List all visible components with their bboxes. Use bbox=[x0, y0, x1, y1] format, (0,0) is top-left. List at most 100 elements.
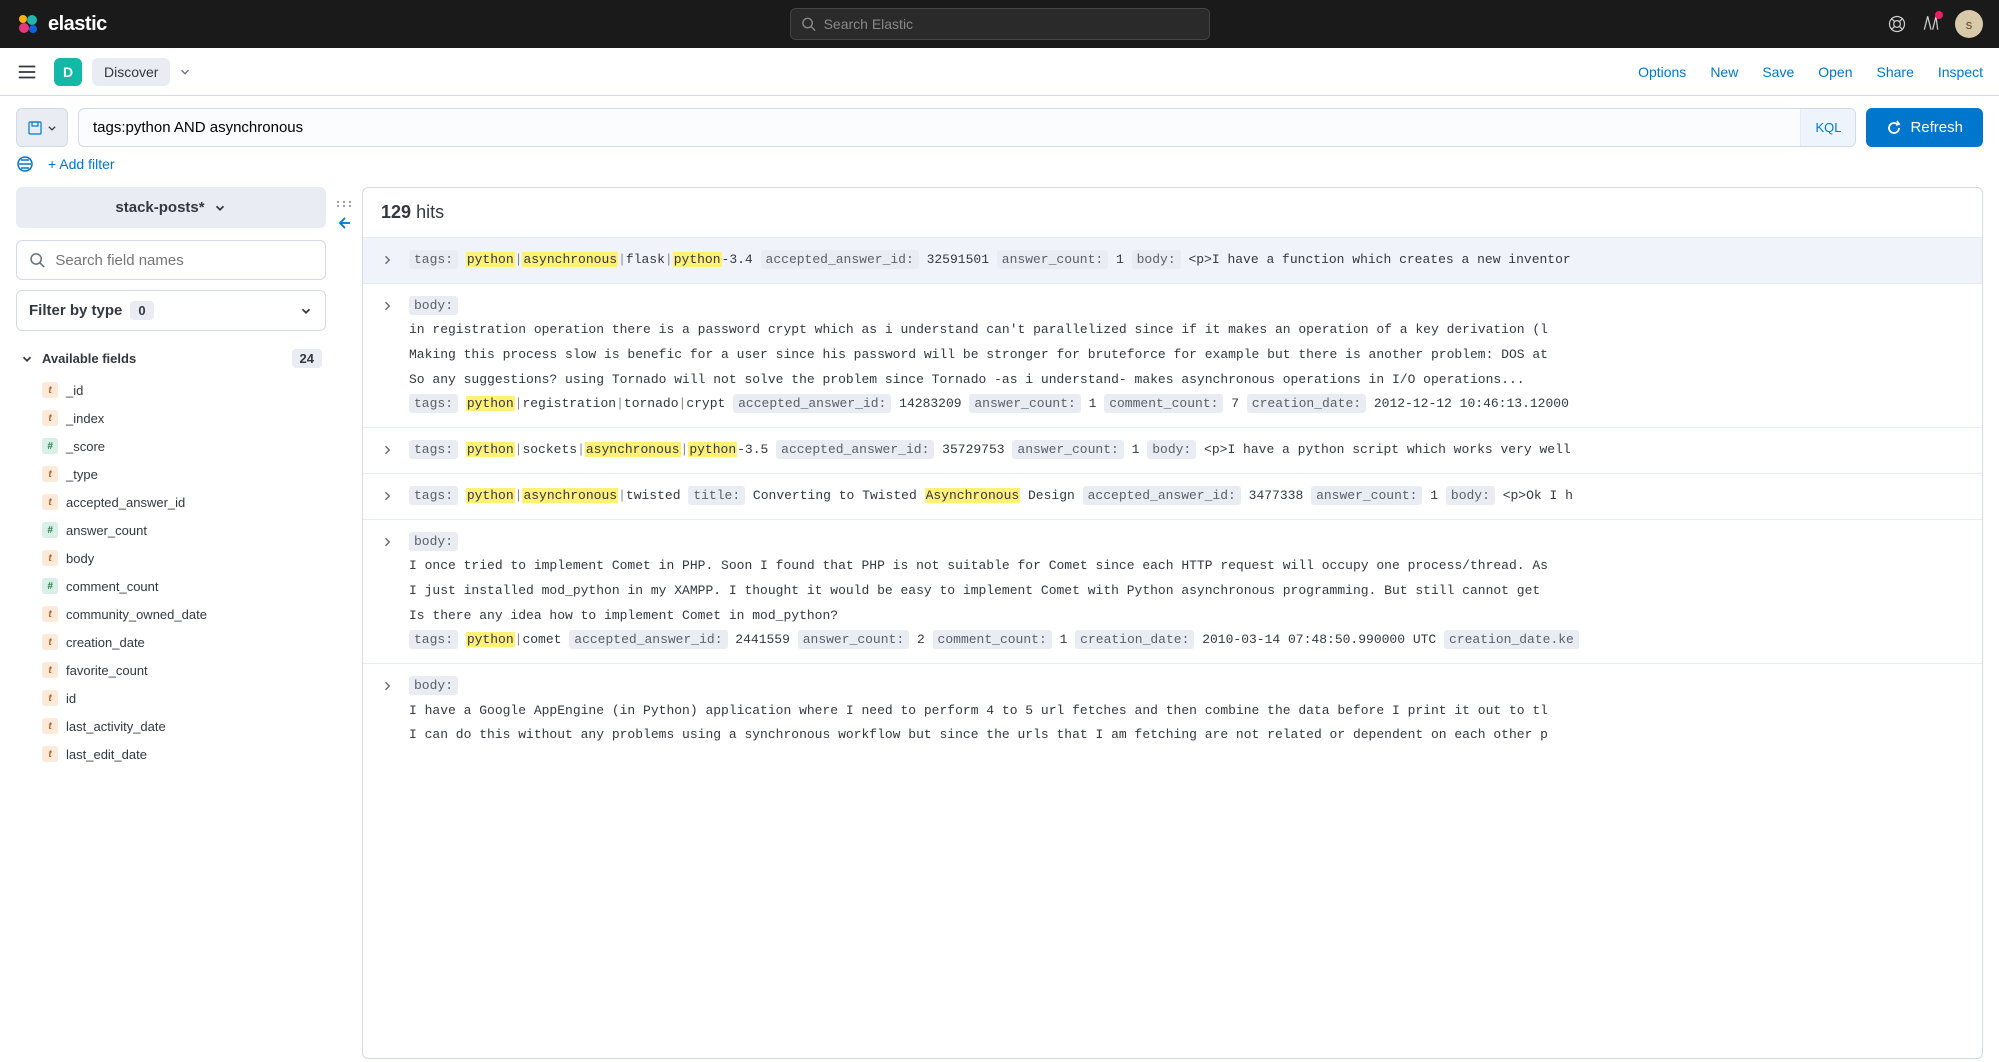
highlight: python bbox=[466, 252, 515, 267]
query-language-switcher[interactable]: KQL bbox=[1800, 109, 1855, 146]
available-fields-label: Available fields bbox=[42, 351, 136, 366]
hits-count: 129 bbox=[381, 202, 411, 222]
chevron-right-icon bbox=[381, 254, 393, 266]
document-row[interactable]: body:I once tried to implement Comet in … bbox=[363, 519, 1982, 663]
field-item[interactable]: tlast_edit_date bbox=[16, 740, 326, 768]
highlight: asynchronous bbox=[522, 488, 618, 503]
document-row[interactable]: body:I have a Google AppEngine (in Pytho… bbox=[363, 663, 1982, 758]
field-label: creation_date: bbox=[1075, 630, 1194, 649]
open-link[interactable]: Open bbox=[1818, 64, 1852, 80]
field-type-icon: t bbox=[42, 634, 58, 650]
field-label: tags: bbox=[409, 486, 458, 505]
expand-document-button[interactable] bbox=[377, 532, 397, 552]
filter-icon bbox=[16, 155, 34, 173]
refresh-button[interactable]: Refresh bbox=[1866, 108, 1983, 147]
filter-by-type-label: Filter by type bbox=[29, 302, 122, 319]
field-label: accepted_answer_id: bbox=[776, 440, 934, 459]
highlight: python bbox=[466, 488, 515, 503]
field-item[interactable]: tbody bbox=[16, 544, 326, 572]
field-item[interactable]: t_id bbox=[16, 376, 326, 404]
field-item[interactable]: #comment_count bbox=[16, 572, 326, 600]
chevron-right-icon bbox=[381, 444, 393, 456]
available-fields-header[interactable]: Available fields 24 bbox=[16, 341, 326, 376]
field-name-label: creation_date bbox=[66, 635, 145, 650]
field-name-label: last_edit_date bbox=[66, 747, 147, 762]
field-item[interactable]: t_index bbox=[16, 404, 326, 432]
document-row[interactable]: tags: python|asynchronous|flask|python-3… bbox=[363, 237, 1982, 283]
saved-query-button[interactable] bbox=[16, 108, 68, 147]
refresh-icon bbox=[1886, 120, 1902, 136]
field-type-icon: t bbox=[42, 410, 58, 426]
app-header: D Discover Options New Save Open Share I… bbox=[0, 48, 1999, 96]
field-type-icon: # bbox=[42, 578, 58, 594]
field-name-label: accepted_answer_id bbox=[66, 495, 185, 510]
field-item[interactable]: #_score bbox=[16, 432, 326, 460]
document-row[interactable]: body:in registration operation there is … bbox=[363, 283, 1982, 427]
field-name-label: _type bbox=[66, 467, 98, 482]
inspect-link[interactable]: Inspect bbox=[1938, 64, 1983, 80]
expand-document-button[interactable] bbox=[377, 296, 397, 316]
document-content: body:in registration operation there is … bbox=[409, 294, 1968, 417]
expand-document-button[interactable] bbox=[377, 440, 397, 460]
new-link[interactable]: New bbox=[1710, 64, 1738, 80]
field-item[interactable]: t creation_date bbox=[16, 628, 326, 656]
document-row[interactable]: tags: python|asynchronous|twisted title:… bbox=[363, 473, 1982, 519]
field-name-label: answer_count bbox=[66, 523, 147, 538]
field-search-input[interactable] bbox=[55, 252, 313, 269]
field-name-label: community_owned_date bbox=[66, 607, 207, 622]
global-search-input[interactable] bbox=[824, 16, 1199, 32]
save-icon bbox=[27, 120, 43, 136]
chevron-right-icon bbox=[381, 300, 393, 312]
highlight: Asynchronous bbox=[925, 488, 1021, 503]
filter-options-button[interactable] bbox=[16, 155, 34, 173]
expand-document-button[interactable] bbox=[377, 676, 397, 696]
field-item[interactable]: tfavorite_count bbox=[16, 656, 326, 684]
newsfeed-button[interactable] bbox=[1921, 13, 1941, 36]
field-item[interactable]: tid bbox=[16, 684, 326, 712]
elastic-logo[interactable]: elastic bbox=[16, 12, 107, 36]
index-pattern-selector[interactable]: stack-posts* bbox=[16, 187, 326, 228]
documents-list[interactable]: tags: python|asynchronous|flask|python-3… bbox=[363, 237, 1982, 1058]
options-link[interactable]: Options bbox=[1638, 64, 1686, 80]
help-icon[interactable] bbox=[1887, 14, 1907, 34]
available-fields-count: 24 bbox=[292, 349, 322, 368]
highlight: python bbox=[673, 252, 722, 267]
drag-handle-icon[interactable] bbox=[335, 199, 353, 209]
field-type-icon: t bbox=[42, 606, 58, 622]
field-label: answer_count: bbox=[969, 394, 1080, 413]
avatar-initial: s bbox=[1966, 17, 1973, 32]
user-avatar[interactable]: s bbox=[1955, 10, 1983, 38]
filter-by-type[interactable]: Filter by type 0 bbox=[16, 290, 326, 331]
query-bar: KQL Refresh bbox=[0, 96, 1999, 147]
field-type-icon: t bbox=[42, 718, 58, 734]
save-link[interactable]: Save bbox=[1762, 64, 1794, 80]
field-label: body: bbox=[1132, 250, 1181, 269]
field-label: tags: bbox=[409, 394, 458, 413]
chevron-down-icon bbox=[213, 201, 227, 215]
notification-dot bbox=[1935, 11, 1943, 19]
hits-header: 129 hits bbox=[363, 188, 1982, 237]
sidebar: stack-posts* Filter by type 0 bbox=[16, 187, 326, 1059]
highlight: python bbox=[466, 442, 515, 457]
field-item[interactable]: tlast_activity_date bbox=[16, 712, 326, 740]
query-input-wrap: KQL bbox=[78, 108, 1856, 147]
field-item[interactable]: taccepted_answer_id bbox=[16, 488, 326, 516]
expand-document-button[interactable] bbox=[377, 486, 397, 506]
global-search-box[interactable] bbox=[790, 8, 1210, 40]
collapse-sidebar-button[interactable] bbox=[336, 215, 352, 234]
app-switcher[interactable]: Discover bbox=[92, 58, 170, 86]
chevron-down-icon[interactable] bbox=[178, 65, 192, 79]
field-label: body: bbox=[1147, 440, 1196, 459]
field-item[interactable]: #answer_count bbox=[16, 516, 326, 544]
document-content: tags: python|asynchronous|twisted title:… bbox=[409, 484, 1968, 509]
document-row[interactable]: tags: python|sockets|asynchronous|python… bbox=[363, 427, 1982, 473]
nav-toggle-icon[interactable] bbox=[16, 61, 38, 83]
field-type-icon: # bbox=[42, 438, 58, 454]
add-filter-button[interactable]: + Add filter bbox=[48, 156, 115, 172]
field-item[interactable]: t_type bbox=[16, 460, 326, 488]
field-item[interactable]: t community_owned_date bbox=[16, 600, 326, 628]
document-content: tags: python|asynchronous|flask|python-3… bbox=[409, 248, 1968, 273]
share-link[interactable]: Share bbox=[1877, 64, 1914, 80]
query-input[interactable] bbox=[79, 109, 1800, 146]
expand-document-button[interactable] bbox=[377, 250, 397, 270]
